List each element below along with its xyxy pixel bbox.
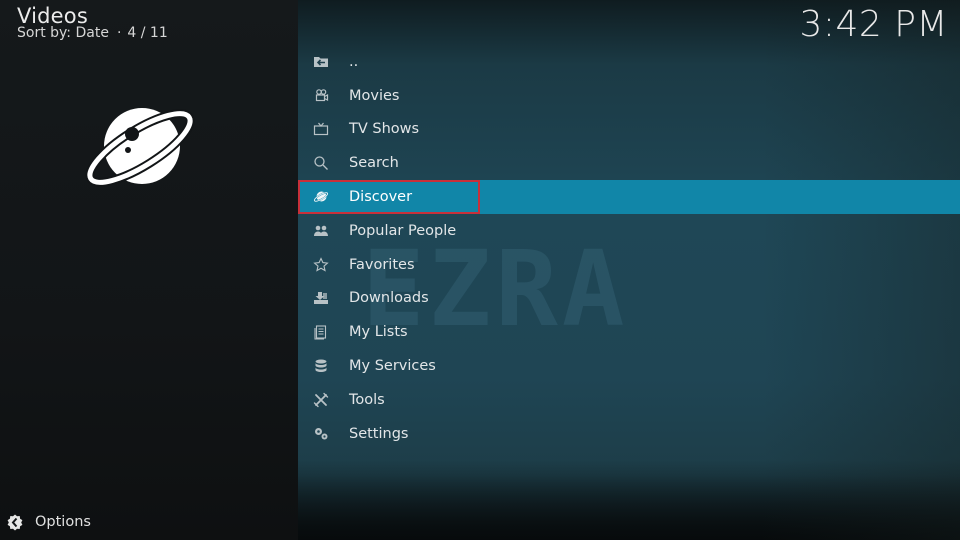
search-icon (312, 154, 330, 172)
menu-item-label: Downloads (349, 290, 429, 307)
tv-icon (312, 120, 330, 138)
download-icon (312, 289, 330, 307)
item-position: 4 / 11 (127, 25, 168, 41)
database-icon (312, 357, 330, 375)
clock: 3:42 PM (799, 4, 948, 45)
menu-item-label: Favorites (349, 256, 415, 273)
menu-item-label: My Lists (349, 324, 408, 341)
sort-label[interactable]: Sort by: Date (17, 25, 109, 41)
menu-item-label: Search (349, 155, 399, 172)
left-panel (0, 0, 298, 540)
separator: · (116, 25, 122, 41)
menu-item-my-lists[interactable]: My Lists (298, 315, 960, 349)
menu-item-settings[interactable]: Settings (298, 417, 960, 451)
menu-item-discover[interactable]: Discover (298, 180, 960, 214)
people-icon (312, 222, 330, 240)
star-icon (312, 256, 330, 274)
menu-item-movies[interactable]: Movies (298, 79, 960, 113)
menu-item-label: Movies (349, 87, 400, 104)
menu-item-label: Popular People (349, 222, 457, 239)
tools-icon (312, 391, 330, 409)
menu-item-downloads[interactable]: Downloads (298, 282, 960, 316)
menu-item-label: TV Shows (349, 121, 420, 138)
options-label: Options (35, 514, 91, 530)
menu-item-tools[interactable]: Tools (298, 383, 960, 417)
menu-item-label: Discover (349, 189, 413, 206)
options-button[interactable]: Options (6, 513, 91, 531)
menu-item-popular-people[interactable]: Popular People (298, 214, 960, 248)
main-menu: .. Movies TV Shows Search Discover Popul… (298, 45, 960, 451)
menu-item-search[interactable]: Search (298, 146, 960, 180)
menu-item-tv-shows[interactable]: TV Shows (298, 113, 960, 147)
header-subtitle: Sort by: Date · 4 / 11 (17, 25, 168, 41)
menu-item-parent[interactable]: .. (298, 45, 960, 79)
menu-item-label: .. (349, 53, 359, 70)
gears-icon (312, 425, 330, 443)
menu-item-label: Settings (349, 425, 409, 442)
list-icon (312, 323, 330, 341)
menu-item-label: Tools (349, 391, 385, 408)
options-icon (6, 513, 24, 531)
menu-item-favorites[interactable]: Favorites (298, 248, 960, 282)
planet-icon (80, 100, 202, 192)
folder-back-icon (312, 53, 330, 71)
planet-icon (312, 188, 330, 206)
film-camera-icon (312, 87, 330, 105)
menu-item-my-services[interactable]: My Services (298, 349, 960, 383)
menu-item-label: My Services (349, 358, 436, 375)
